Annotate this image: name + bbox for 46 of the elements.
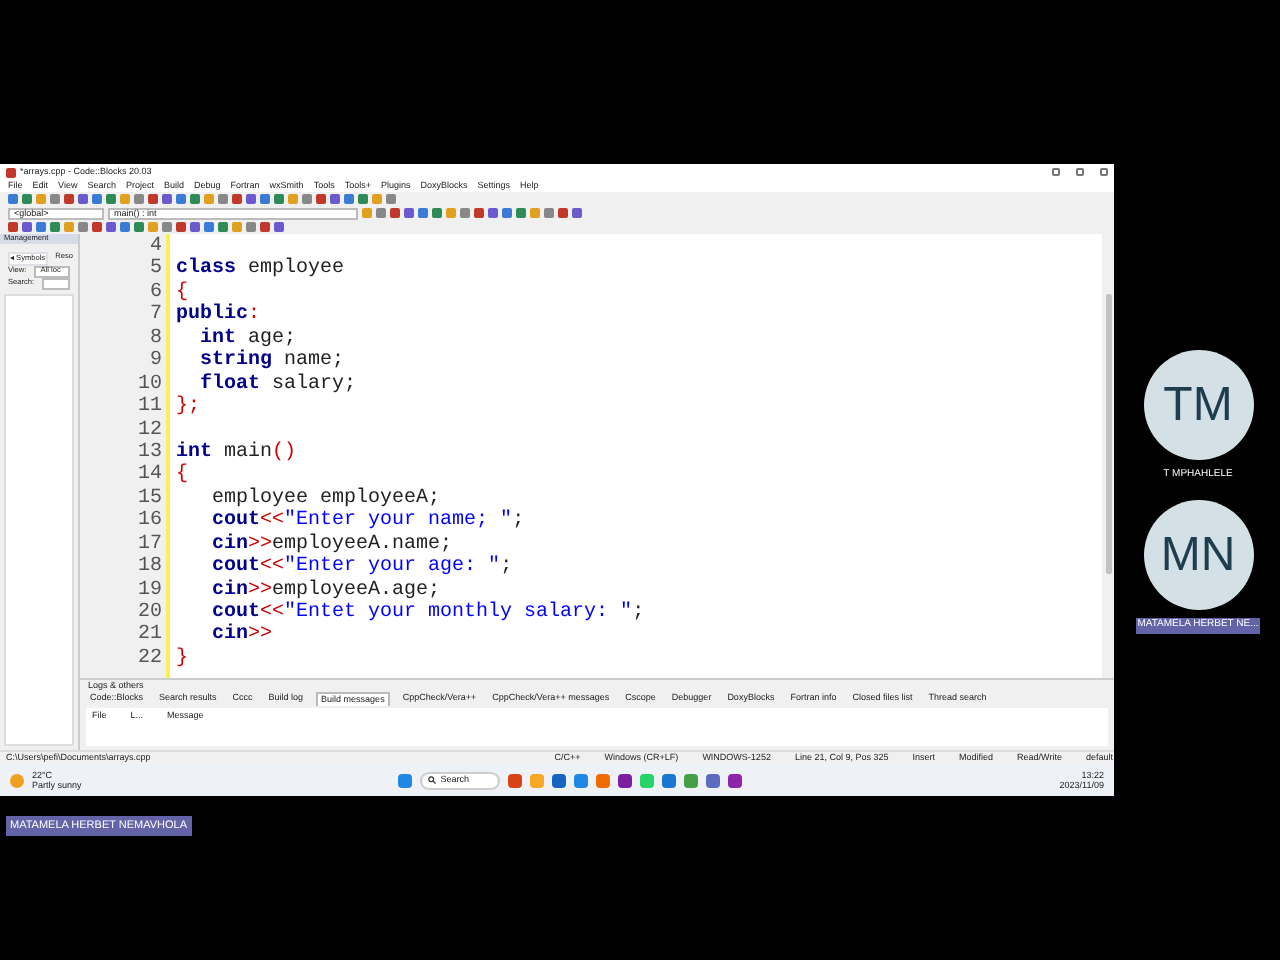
avatar-circle: MN <box>1143 500 1253 610</box>
line-number: 18 <box>135 556 162 580</box>
line-number: 15 <box>135 487 162 510</box>
scrollbar-thumb[interactable] <box>1105 294 1111 574</box>
search-icon <box>428 776 437 785</box>
app-icon <box>6 167 16 177</box>
line-number: 8 <box>147 327 162 350</box>
code-line: cout<<"Entet your monthly salary: "; <box>210 602 647 624</box>
minimize-icon[interactable] <box>1052 168 1060 176</box>
start-icon[interactable] <box>398 773 413 787</box>
code-line: { <box>176 464 191 488</box>
avatar-circle: TM <box>1143 350 1253 460</box>
code-line: cin>> <box>210 624 275 648</box>
code-line: int age; <box>198 327 299 350</box>
restore-icon[interactable] <box>1076 168 1084 176</box>
code-line: public: <box>176 304 263 327</box>
code-line: class employee <box>176 258 347 281</box>
code-line: cout<<"Enter your name; "; <box>210 510 527 533</box>
line-number: 7 <box>147 304 162 328</box>
line-number: 10 <box>135 373 162 396</box>
line-number: 6 <box>147 281 162 304</box>
code-line: cout<<"Enter your age: "; <box>210 556 515 579</box>
line-number: 14 <box>135 464 162 488</box>
line-number: 20 <box>135 602 162 624</box>
line-number: 4 <box>147 236 162 258</box>
line-number: 5 <box>147 258 162 282</box>
code-line: string name; <box>198 350 347 373</box>
line-number: 11 <box>135 396 162 419</box>
code-line: cin>>employeeA.name; <box>210 533 455 556</box>
code-line: int main() <box>176 441 299 464</box>
code-line: { <box>176 281 189 304</box>
code-line: cin>>employeeA.age; <box>210 579 441 602</box>
weather-icon <box>10 773 24 787</box>
line-number: 19 <box>135 579 162 602</box>
line-number: 16 <box>135 510 162 534</box>
line-number: 17 <box>135 533 162 556</box>
code-line: } <box>176 647 191 671</box>
code-line: employee employeeA; <box>210 487 443 510</box>
line-number: 21 <box>135 624 162 648</box>
line-number: 12 <box>135 419 162 442</box>
code-line: }; <box>176 396 203 419</box>
code-line: float salary; <box>198 373 359 397</box>
line-number: 9 <box>147 350 162 374</box>
close-icon[interactable] <box>1100 168 1108 176</box>
line-number: 13 <box>135 441 162 464</box>
line-number: 22 <box>135 647 162 671</box>
